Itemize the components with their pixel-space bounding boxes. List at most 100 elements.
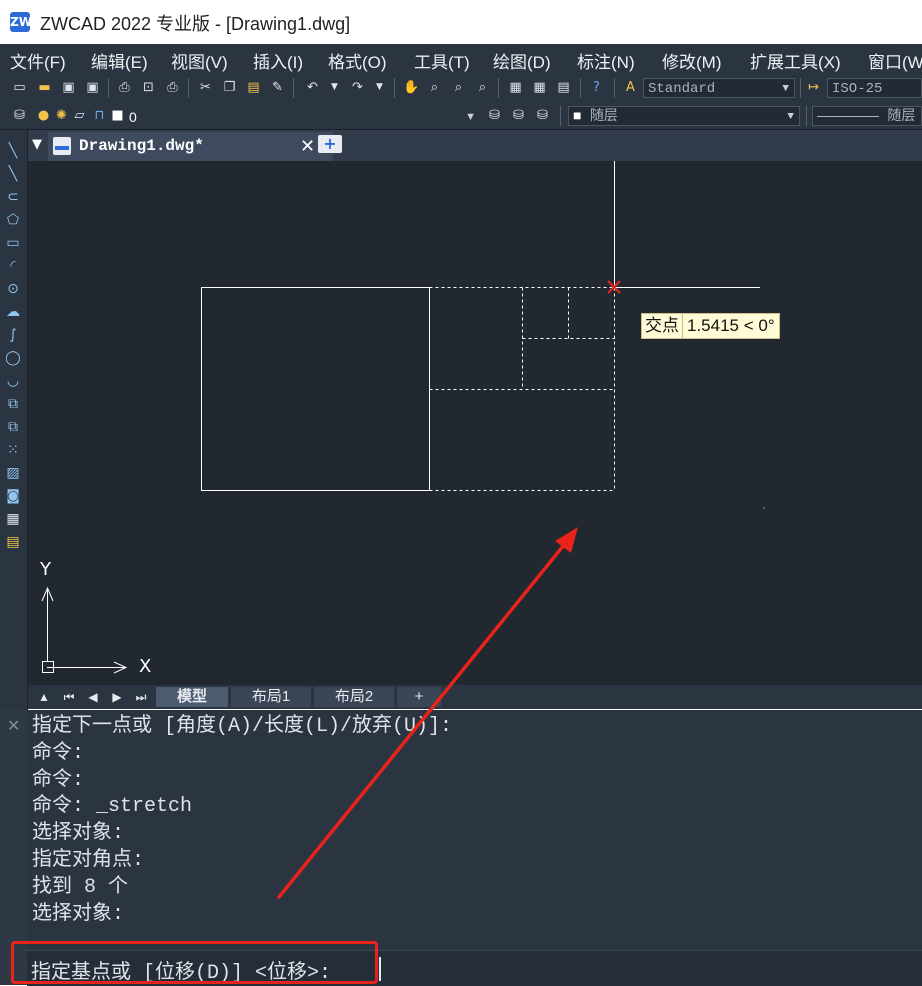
make-current-layer-icon[interactable]: ⛁ [487,108,502,123]
cut-icon[interactable]: ✂ [198,80,213,95]
menu-dimension[interactable]: 标注(N) [577,48,635,73]
close-command-window-icon[interactable]: ✕ [7,716,20,735]
tab-model[interactable]: 模型 [156,687,228,707]
dwg-file-icon [53,137,71,155]
tab-list-dropdown-icon[interactable]: ▼ [32,137,42,152]
menu-extension-tools[interactable]: 扩展工具(X) [750,48,841,73]
make-block-icon[interactable]: ⧉ [4,418,22,436]
text-style-select[interactable]: Standard ▼ [643,78,795,98]
snap-tooltip: 交点 1.5415 < 0° [641,313,780,339]
last-tab-icon[interactable]: ⏭ [132,687,150,707]
new-tab-button[interactable]: + [318,135,342,153]
new-file-icon[interactable]: ▭ [12,80,27,95]
multiline-text-icon[interactable]: ▤ [4,533,22,551]
layer-manager-icon[interactable]: ⛁ [12,108,27,123]
insert-block-icon[interactable]: ⧉ [4,395,22,413]
ellipse-arc-icon[interactable]: ◡ [4,372,22,390]
annotation-highlight-box [11,941,378,984]
tab-drawing1[interactable]: Drawing1.dwg* ✕ [48,132,333,161]
polyline-icon[interactable]: ⊂ [4,188,22,206]
layer-color-swatch[interactable]: ■ [110,108,125,123]
zoom-window-icon[interactable]: ⌕ [451,80,466,95]
toolbar-separator [580,78,581,98]
pan-icon[interactable]: ✋ [403,80,419,95]
menu-window[interactable]: 窗口(W [868,48,922,73]
scroll-up-icon[interactable]: ▲ [36,687,52,707]
linetype-select[interactable]: 随层 [812,106,922,126]
layer-unlock-icon[interactable]: ⊓ [92,108,107,123]
tab-drawing1-label: Drawing1.dwg* [79,137,204,155]
toolbar-separator [806,106,807,126]
help-icon[interactable]: ? [589,80,604,95]
dim-style-select[interactable]: ISO-25 [827,78,922,98]
layer-on-bulb-icon[interactable]: ● [36,108,51,123]
next-tab-icon[interactable]: ▶ [108,687,126,707]
plot-icon[interactable]: ⎙ [165,80,180,95]
drawing-canvas[interactable]: Y X [28,161,922,685]
undo-icon[interactable]: ↶ [305,80,320,95]
close-tab-icon[interactable]: ✕ [300,136,315,158]
add-layout-button[interactable]: + [397,687,441,707]
properties-palette-icon[interactable]: ▦ [508,80,523,95]
menu-edit[interactable]: 编辑(E) [91,48,148,73]
layer-states-icon[interactable]: ⛁ [535,108,550,123]
rectangle-icon[interactable]: ▭ [4,234,22,252]
layer-select[interactable]: 0 ▼ [124,106,482,126]
color-select[interactable]: ■ 随层 ▼ [568,106,800,126]
undo-dropdown-icon[interactable]: ▼ [327,80,342,95]
title-bar: ZW ZWCAD 2022 专业版 - [Drawing1.dwg] [0,0,922,44]
line-icon[interactable]: ╲ [4,142,22,160]
text-style-icon[interactable]: A [623,80,638,95]
toolbar-separator [108,78,109,98]
tab-layout1[interactable]: 布局1 [231,687,311,707]
circle-icon[interactable]: ⊙ [4,280,22,298]
revision-cloud-icon[interactable]: ☁ [4,303,22,321]
copy-icon[interactable]: ❐ [222,80,237,95]
redo-dropdown-icon[interactable]: ▼ [372,80,387,95]
ucs-icon [41,586,128,674]
design-center-icon[interactable]: ▦ [532,80,547,95]
paste-icon[interactable]: ▤ [246,80,261,95]
menu-tools[interactable]: 工具(T) [414,48,470,73]
table-icon[interactable]: ▦ [4,510,22,528]
ellipse-icon[interactable]: ◯ [4,349,22,367]
menu-draw[interactable]: 绘图(D) [493,48,551,73]
redo-icon[interactable]: ↷ [350,80,365,95]
tool-palette-icon[interactable]: ▤ [556,80,571,95]
spline-icon[interactable]: ∫ [4,326,22,344]
zoom-realtime-icon[interactable]: ⌕ [427,80,442,95]
dim-style-icon[interactable]: ↦ [806,80,821,95]
save-icon[interactable]: ▣ [61,80,76,95]
layout-tab-bar: ▲ ⏮ ◀ ▶ ⏭ 模型 布局1 布局2 + [28,685,922,709]
polygon-icon[interactable]: ⬠ [4,211,22,229]
chevron-down-icon: ▼ [787,111,794,123]
command-history-line: 找到 8 个 [32,875,129,899]
command-history-line: 命令: [32,741,85,765]
match-properties-icon[interactable]: ✎ [270,80,285,95]
point-icon[interactable]: ⁙ [4,441,22,459]
menu-file[interactable]: 文件(F) [10,48,66,73]
prev-tab-icon[interactable]: ◀ [84,687,102,707]
construction-line-icon[interactable]: ╲ [4,165,22,183]
layer-previous-icon[interactable]: ⛁ [511,108,526,123]
layer-viewport-icon[interactable]: ▱ [72,108,87,123]
menu-format[interactable]: 格式(O) [328,48,387,73]
tab-layout2[interactable]: 布局2 [314,687,394,707]
menu-modify[interactable]: 修改(M) [662,48,721,73]
dim-style-value: ISO-25 [832,81,883,97]
toolbar-separator [800,78,801,98]
region-icon[interactable]: ◙ [4,487,22,505]
open-folder-icon[interactable]: ▬ [37,80,52,95]
first-tab-icon[interactable]: ⏮ [60,687,78,707]
save-as-icon[interactable]: ▣ [85,80,100,95]
hatch-icon[interactable]: ▨ [4,464,22,482]
arc-icon[interactable]: ◜ [4,257,22,275]
linetype-sample-icon [817,115,879,117]
print-icon[interactable]: ⎙ [117,80,132,95]
menu-insert[interactable]: 插入(I) [253,48,303,73]
zoom-previous-icon[interactable]: ⌕ [475,80,490,95]
print-preview-icon[interactable]: ⊡ [141,80,156,95]
chevron-down-icon: ▼ [465,111,476,123]
menu-view[interactable]: 视图(V) [171,48,228,73]
layer-thaw-sun-icon[interactable]: ✺ [54,108,69,123]
